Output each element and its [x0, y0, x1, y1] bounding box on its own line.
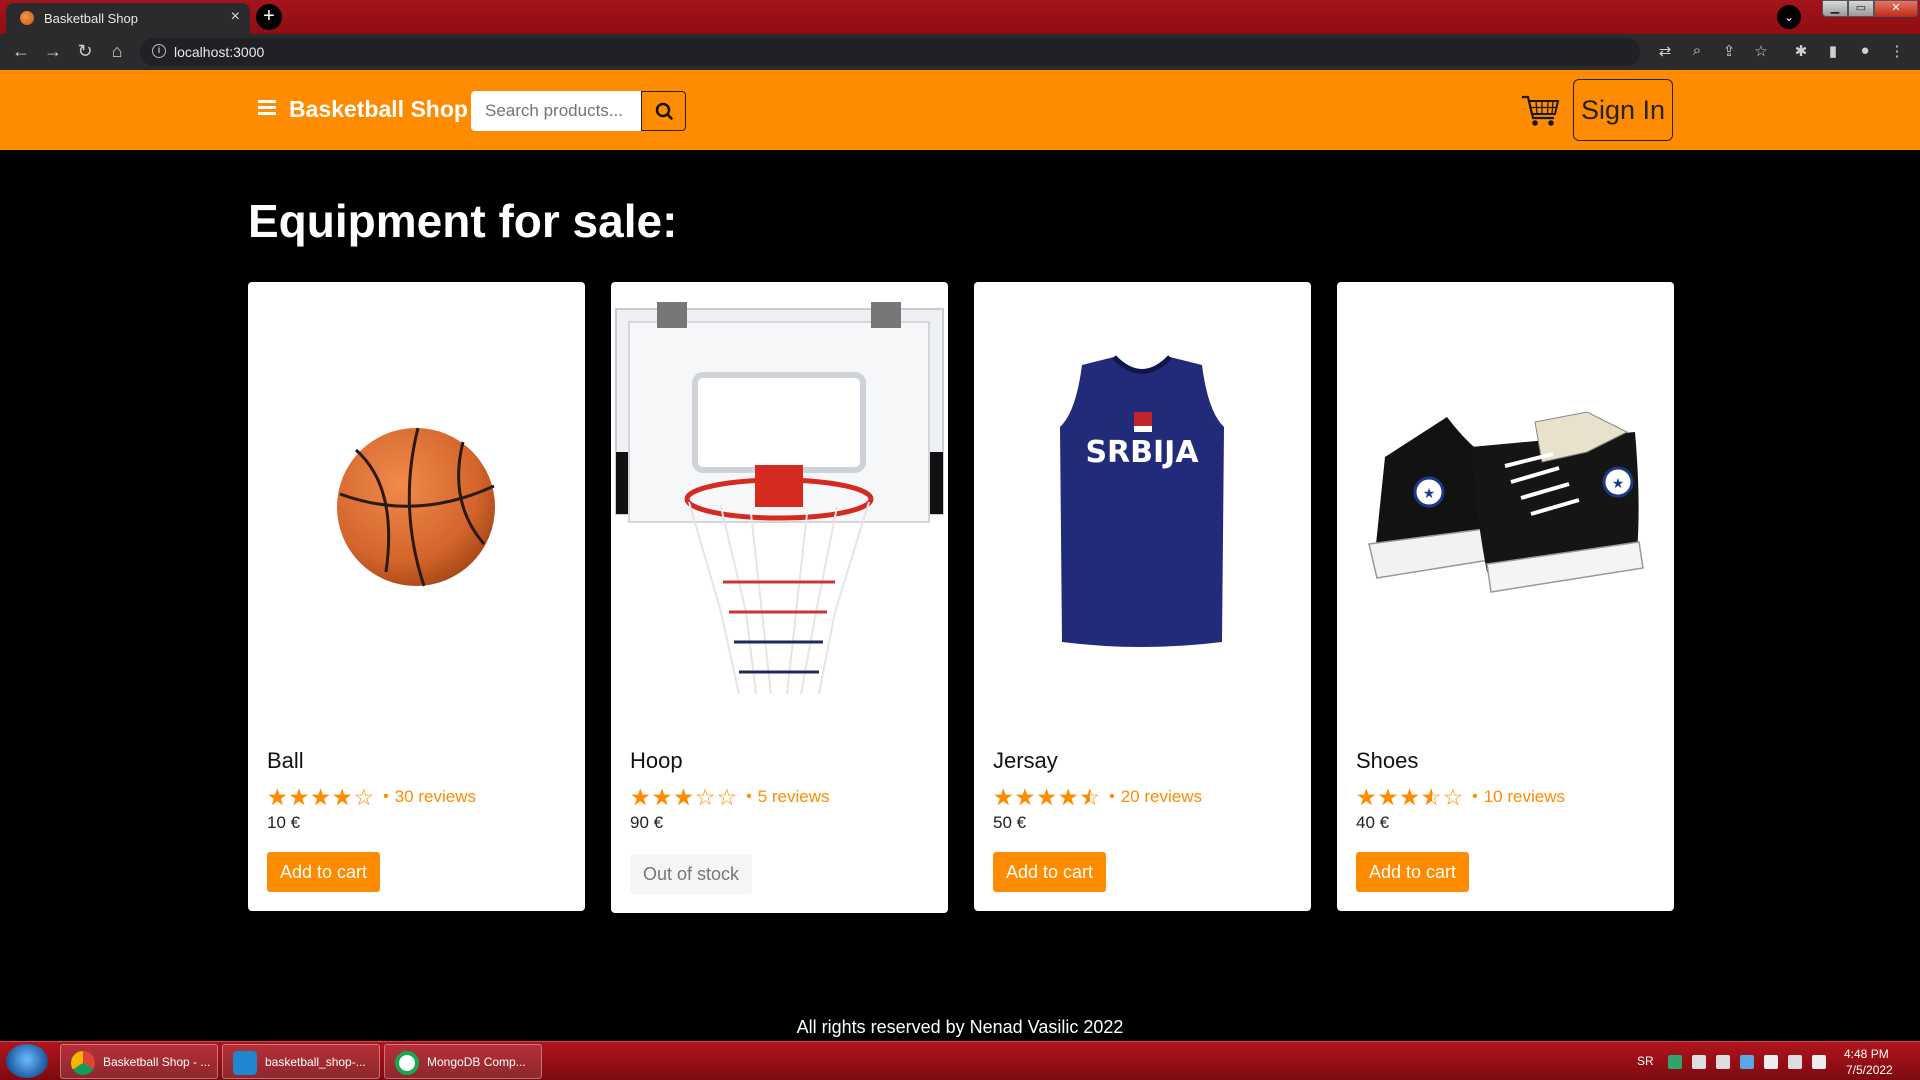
volume-icon[interactable]	[1812, 1055, 1826, 1069]
product-name[interactable]: Shoes	[1356, 748, 1418, 774]
os-taskbar: Basketball Shop - ... basketball_shop-..…	[0, 1041, 1920, 1080]
bookmark-star-icon[interactable]: ☆	[1751, 42, 1771, 60]
chrome-icon	[71, 1051, 95, 1075]
review-count: 10 reviews	[1483, 787, 1565, 806]
zoom-icon[interactable]: ⌕	[1687, 42, 1707, 59]
search-icon	[655, 102, 673, 120]
shopping-cart-icon[interactable]	[1520, 92, 1562, 130]
language-indicator[interactable]: SR	[1637, 1054, 1654, 1068]
taskbar-label: basketball_shop-...	[265, 1055, 366, 1069]
product-price: 40 €	[1356, 813, 1390, 832]
brand-logo-text[interactable]: Basketball Shop	[289, 96, 468, 123]
product-rating: ☆☆☆☆☆★★★★★ • 20 reviews	[993, 784, 1202, 810]
svg-text:★: ★	[1612, 476, 1625, 492]
new-tab-button[interactable]: +	[256, 4, 282, 30]
address-bar[interactable]: i localhost:3000	[140, 38, 1640, 66]
forward-arrow-icon[interactable]: →	[42, 41, 64, 62]
rating-stars-icon: ☆☆☆☆☆★★★★★	[1356, 784, 1465, 810]
taskbar-item-mongodb[interactable]: MongoDB Comp...	[384, 1044, 542, 1079]
product-card-hoop[interactable]: Hoop ☆☆☆☆☆★★★★★ • 5 reviews 90 € Out of …	[611, 282, 948, 913]
product-rating: ☆☆☆☆☆★★★★★ • 5 reviews	[630, 784, 830, 810]
rating-stars-icon: ☆☆☆☆☆★★★★★	[267, 784, 376, 810]
hoop-product-image[interactable]	[611, 282, 948, 727]
add-to-cart-button[interactable]: Add to cart	[1356, 852, 1470, 892]
rating-stars-icon: ☆☆☆☆☆★★★★★	[993, 784, 1102, 810]
bluetooth-icon[interactable]	[1740, 1055, 1754, 1069]
product-rating: ☆☆☆☆☆★★★★★ • 30 reviews	[267, 784, 476, 810]
taskbar-label: MongoDB Comp...	[427, 1055, 526, 1069]
site-info-icon[interactable]: i	[152, 44, 166, 58]
clock-time[interactable]: 4:48 PM	[1844, 1047, 1889, 1061]
extensions-icon[interactable]: ✱	[1791, 42, 1811, 60]
reload-icon[interactable]: ↻	[74, 41, 96, 62]
taskbar-label: Basketball Shop - ...	[103, 1055, 211, 1069]
app-root: Basketball Shop × + ⌄ ▁ ▭ ✕ ← → ↻ ⌂ i lo…	[0, 0, 1920, 1080]
product-name[interactable]: Hoop	[630, 748, 683, 774]
security-shield-icon[interactable]	[1668, 1055, 1682, 1069]
page-title: Equipment for sale:	[248, 195, 678, 247]
shoes-product-image[interactable]: ★ ★	[1337, 282, 1674, 727]
product-name[interactable]: Jersay	[993, 748, 1058, 774]
hamburger-menu-icon[interactable]	[258, 100, 276, 116]
basketball-favicon-icon	[20, 11, 34, 25]
profile-avatar-icon[interactable]: ●	[1855, 42, 1875, 59]
translate-icon[interactable]: ⇄	[1655, 42, 1675, 60]
network-icon[interactable]	[1788, 1055, 1802, 1069]
browser-tab[interactable]: Basketball Shop ×	[6, 3, 250, 34]
clock-date[interactable]: 7/5/2022	[1846, 1063, 1893, 1077]
side-panel-icon[interactable]: ▮	[1823, 42, 1843, 60]
search-button[interactable]	[641, 91, 686, 131]
close-window-button[interactable]: ✕	[1874, 0, 1918, 17]
browser-tabbar: Basketball Shop × + ⌄ ▁ ▭ ✕	[0, 0, 1920, 34]
minimize-window-button[interactable]: ▁	[1822, 0, 1848, 17]
product-card-jersey[interactable]: SRBIJA Jersay ☆☆☆☆☆★★★★★ • 20 reviews 50…	[974, 282, 1311, 911]
basketball-product-image[interactable]	[248, 282, 585, 727]
out-of-stock-button: Out of stock	[630, 854, 753, 894]
svg-text:SRBIJA: SRBIJA	[1085, 435, 1199, 470]
action-center-flag-icon[interactable]	[1764, 1055, 1778, 1069]
product-price: 10 €	[267, 813, 301, 832]
jersey-product-image[interactable]: SRBIJA	[974, 282, 1311, 727]
sign-in-button[interactable]: Sign In	[1573, 79, 1673, 141]
product-price: 90 €	[630, 813, 664, 832]
product-price: 50 €	[993, 813, 1027, 832]
taskbar-item-chrome[interactable]: Basketball Shop - ...	[60, 1044, 218, 1079]
mongodb-leaf-icon	[395, 1051, 419, 1075]
rating-stars-icon: ☆☆☆☆☆★★★★★	[630, 784, 739, 810]
browser-menu-icon[interactable]: ⋮	[1887, 42, 1907, 60]
footer-copyright: All rights reserved by Nenad Vasilic 202…	[796, 1017, 1124, 1037]
browser-toolbar: ← → ↻ ⌂ i localhost:3000 ⇄ ⌕ ⇪ ☆ ✱ ▮ ● ⋮	[0, 34, 1920, 70]
usb-device-icon[interactable]	[1716, 1055, 1730, 1069]
review-count: 5 reviews	[757, 787, 830, 806]
share-icon[interactable]: ⇪	[1719, 42, 1739, 60]
home-icon[interactable]: ⌂	[106, 41, 128, 62]
back-arrow-icon[interactable]: ←	[10, 41, 32, 62]
site-navbar: Basketball Shop Sign In	[0, 70, 1920, 150]
tray-app-icon[interactable]	[1692, 1055, 1706, 1069]
tab-search-chevron-icon[interactable]: ⌄	[1777, 5, 1801, 29]
review-count: 20 reviews	[1120, 787, 1202, 806]
url-text: localhost:3000	[174, 44, 265, 60]
tab-close-icon[interactable]: ×	[231, 8, 240, 26]
vscode-icon	[233, 1051, 257, 1075]
tab-title: Basketball Shop	[44, 11, 138, 26]
add-to-cart-button[interactable]: Add to cart	[267, 852, 381, 892]
maximize-window-button[interactable]: ▭	[1848, 0, 1874, 17]
review-count: 30 reviews	[394, 787, 476, 806]
product-card-ball[interactable]: Ball ☆☆☆☆☆★★★★★ • 30 reviews 10 € Add to…	[248, 282, 585, 911]
product-name[interactable]: Ball	[267, 748, 304, 774]
svg-text:★: ★	[1423, 486, 1436, 502]
add-to-cart-button[interactable]: Add to cart	[993, 852, 1107, 892]
taskbar-item-vscode[interactable]: basketball_shop-...	[222, 1044, 380, 1079]
search-input[interactable]	[471, 91, 641, 131]
product-rating: ☆☆☆☆☆★★★★★ • 10 reviews	[1356, 784, 1565, 810]
product-card-shoes[interactable]: ★ ★ Shoes ☆☆☆☆☆★★★★★ • 10 reviews 40 € A…	[1337, 282, 1674, 911]
start-button-icon[interactable]	[6, 1044, 48, 1078]
